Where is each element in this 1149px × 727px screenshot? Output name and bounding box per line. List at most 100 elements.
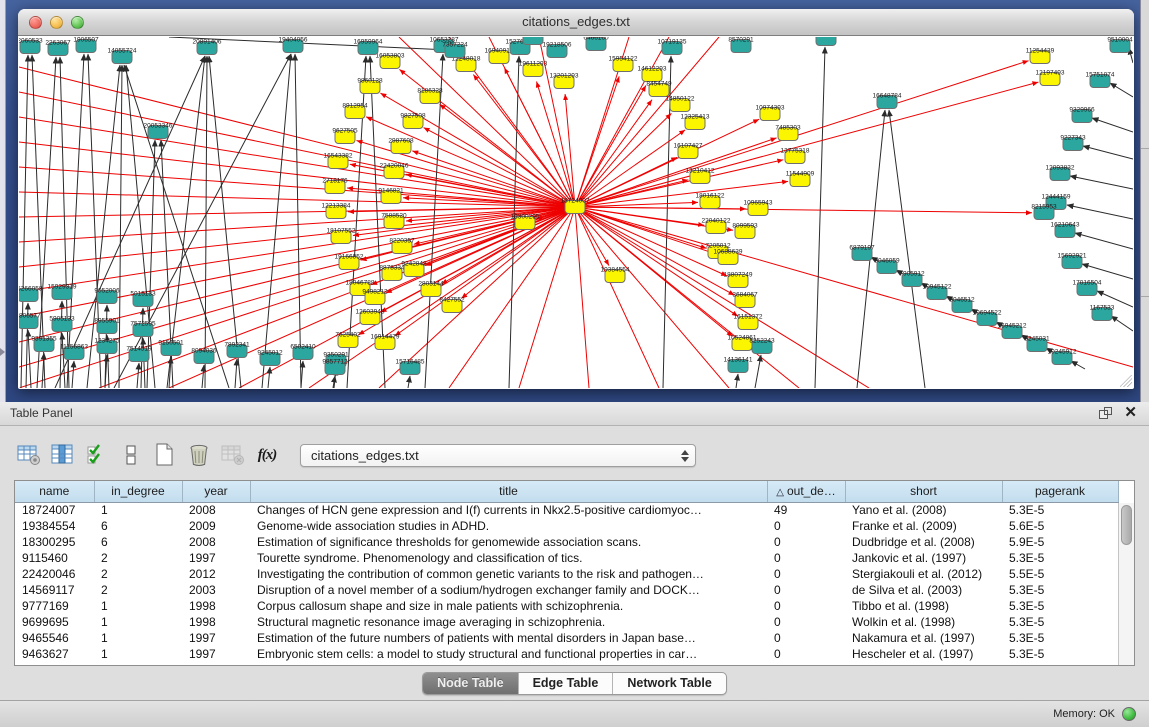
table-cell[interactable]: Genome-wide association studies in ADHD.	[250, 518, 767, 534]
scrollbar-thumb[interactable]	[1121, 505, 1132, 545]
table-cell[interactable]: 18724007	[15, 502, 94, 518]
tab-network-table[interactable]: Network Table	[613, 673, 726, 694]
table-cell[interactable]: 6	[94, 518, 182, 534]
table-cell[interactable]: Wolkin et al. (1998)	[845, 614, 1002, 630]
table-cell[interactable]: Investigating the contribution of common…	[250, 566, 767, 582]
column-header-pagerank[interactable]: pagerank	[1002, 481, 1118, 502]
table-cell[interactable]: 18300295	[15, 534, 94, 550]
graph-node[interactable]	[816, 37, 836, 46]
close-panel-icon[interactable]: ✕	[1124, 404, 1137, 422]
table-row[interactable]: 911546021997Tourette syndrome. Phenomeno…	[15, 550, 1118, 566]
tab-edge-table[interactable]: Edge Table	[519, 673, 614, 694]
table-cell[interactable]: 14569117	[15, 582, 94, 598]
table-cell[interactable]: 5.3E-5	[1002, 646, 1118, 662]
table-scrollbar[interactable]	[1118, 503, 1134, 665]
table-cell[interactable]: de Silva et al. (2003)	[845, 582, 1002, 598]
table-row[interactable]: 946554611997Estimation of the future num…	[15, 630, 1118, 646]
new-document-icon[interactable]	[150, 441, 180, 469]
table-row[interactable]: 946362711997Embryonic stem cells: a mode…	[15, 646, 1118, 662]
table-cell[interactable]: Disruption of a novel member of a sodium…	[250, 582, 767, 598]
table-row[interactable]: 1938455462009Genome-wide association stu…	[15, 518, 1118, 534]
add-column-icon[interactable]	[48, 441, 78, 469]
table-cell[interactable]: 2003	[182, 582, 250, 598]
table-row[interactable]: 1830029562008Estimation of significance …	[15, 534, 1118, 550]
graph-node[interactable]	[523, 37, 543, 45]
table-cell[interactable]: 5.3E-5	[1002, 598, 1118, 614]
table-cell[interactable]: Franke et al. (2009)	[845, 518, 1002, 534]
table-cell[interactable]: 1998	[182, 614, 250, 630]
table-cell[interactable]: 1	[94, 598, 182, 614]
table-cell[interactable]: 5.9E-5	[1002, 534, 1118, 550]
float-panel-icon[interactable]	[1099, 407, 1113, 420]
table-cell[interactable]: 2009	[182, 518, 250, 534]
table-cell[interactable]: Corpus callosum shape and size in male p…	[250, 598, 767, 614]
table-cell[interactable]: 1997	[182, 646, 250, 662]
panel-collapse-arrow-icon[interactable]	[0, 348, 5, 356]
table-cell[interactable]: Yano et al. (2008)	[845, 502, 1002, 518]
table-cell[interactable]: 5.5E-5	[1002, 566, 1118, 582]
table-cell[interactable]: Tibbo et al. (1998)	[845, 598, 1002, 614]
table-cell[interactable]: 1	[94, 646, 182, 662]
table-cell[interactable]: Stergiakouli et al. (2012)	[845, 566, 1002, 582]
table-cell[interactable]: 49	[767, 502, 845, 518]
table-cell[interactable]: 2012	[182, 566, 250, 582]
table-cell[interactable]: 9115460	[15, 550, 94, 566]
table-cell[interactable]: 2	[94, 582, 182, 598]
table-cell[interactable]: 0	[767, 518, 845, 534]
row-height-icon[interactable]	[116, 441, 146, 469]
table-cell[interactable]: 22420046	[15, 566, 94, 582]
table-cell[interactable]: 0	[767, 566, 845, 582]
window-resize-grip[interactable]	[1120, 375, 1132, 387]
table-cell[interactable]: 2008	[182, 502, 250, 518]
function-builder-icon[interactable]: f(x)	[252, 441, 282, 469]
column-header-title[interactable]: title	[250, 481, 767, 502]
table-cell[interactable]: 1998	[182, 598, 250, 614]
table-cell[interactable]: 2	[94, 566, 182, 582]
column-header-year[interactable]: year	[182, 481, 250, 502]
column-header-short[interactable]: short	[845, 481, 1002, 502]
table-cell[interactable]: 5.3E-5	[1002, 550, 1118, 566]
table-cell[interactable]: 9699695	[15, 614, 94, 630]
table-cell[interactable]: 9463627	[15, 646, 94, 662]
table-row[interactable]: 977716911998Corpus callosum shape and si…	[15, 598, 1118, 614]
table-cell[interactable]: 5.3E-5	[1002, 614, 1118, 630]
table-cell[interactable]: 1	[94, 614, 182, 630]
table-cell[interactable]: Tourette syndrome. Phenomenology and cla…	[250, 550, 767, 566]
table-cell[interactable]: 0	[767, 582, 845, 598]
table-row[interactable]: 1872400712008Changes of HCN gene express…	[15, 502, 1118, 518]
column-header-in_degree[interactable]: in_degree	[94, 481, 182, 502]
table-cell[interactable]: 0	[767, 550, 845, 566]
table-cell[interactable]: Estimation of significance thresholds fo…	[250, 534, 767, 550]
select-columns-icon[interactable]	[82, 441, 112, 469]
table-cell[interactable]: Dudbridge et al. (2008)	[845, 534, 1002, 550]
table-row[interactable]: 969969511998Structural magnetic resonanc…	[15, 614, 1118, 630]
table-cell[interactable]: 6	[94, 534, 182, 550]
table-cell[interactable]: Changes of HCN gene expression and I(f) …	[250, 502, 767, 518]
table-cell[interactable]: Nakamura et al. (1997)	[845, 630, 1002, 646]
table-cell[interactable]: 5.6E-5	[1002, 518, 1118, 534]
delete-trash-icon[interactable]	[184, 441, 214, 469]
table-cell[interactable]: Embryonic stem cells: a model to study s…	[250, 646, 767, 662]
network-canvas[interactable]: 1872400718300295160538039860128891295496…	[19, 37, 1133, 388]
table-cell[interactable]: 5.3E-5	[1002, 582, 1118, 598]
tab-node-table[interactable]: Node Table	[423, 673, 518, 694]
table-cell[interactable]: 9465546	[15, 630, 94, 646]
table-cell[interactable]: Hescheler et al. (1997)	[845, 646, 1002, 662]
table-cell[interactable]: 2	[94, 550, 182, 566]
table-cell[interactable]: 0	[767, 630, 845, 646]
table-cell[interactable]: 5.3E-5	[1002, 502, 1118, 518]
table-settings-icon[interactable]	[14, 441, 44, 469]
table-cell[interactable]: 0	[767, 598, 845, 614]
window-titlebar[interactable]: citations_edges.txt	[18, 9, 1134, 36]
table-cell[interactable]: 0	[767, 614, 845, 630]
column-header-out_de[interactable]: △out_de…	[767, 481, 845, 502]
table-row[interactable]: 2242004622012Investigating the contribut…	[15, 566, 1118, 582]
table-cell[interactable]: 0	[767, 534, 845, 550]
table-cell[interactable]: 5.3E-5	[1002, 630, 1118, 646]
table-cell[interactable]: 1997	[182, 630, 250, 646]
table-cell[interactable]: 1	[94, 630, 182, 646]
table-cell[interactable]: Structural magnetic resonance image aver…	[250, 614, 767, 630]
table-cell[interactable]: 2008	[182, 534, 250, 550]
table-row[interactable]: 1456911722003Disruption of a novel membe…	[15, 582, 1118, 598]
table-cell[interactable]: 9777169	[15, 598, 94, 614]
